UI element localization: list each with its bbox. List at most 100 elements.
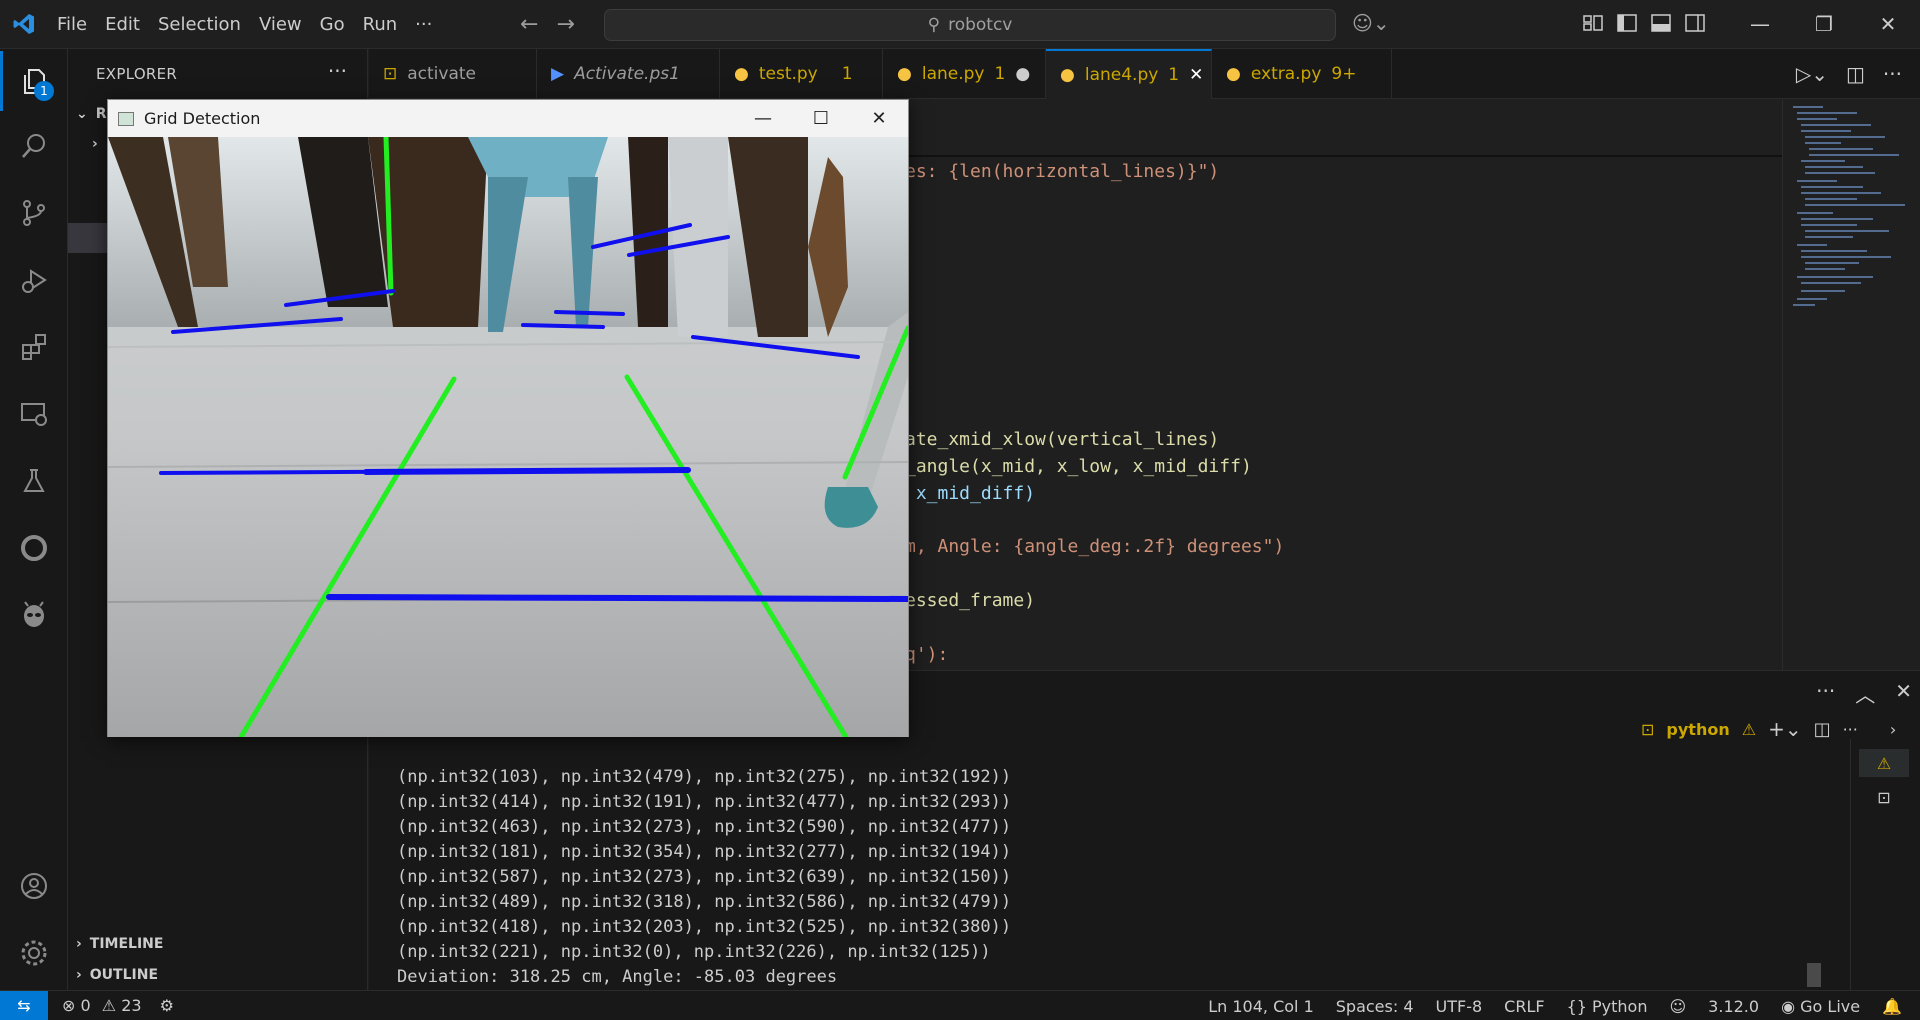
python-icon: ● — [734, 64, 749, 84]
terminal-line: (np.int32(463), np.int32(273), np.int32(… — [397, 817, 1012, 837]
tab-label: lane4.py — [1084, 65, 1159, 85]
terminal-line: (np.int32(418), np.int32(203), np.int32(… — [397, 917, 1012, 937]
problem-count: 9+ — [1331, 64, 1357, 84]
extensions-icon[interactable] — [0, 317, 68, 377]
go-live-button[interactable]: ◉ Go Live — [1781, 997, 1860, 1016]
settings-gear-icon[interactable] — [0, 923, 68, 983]
edge-devtools-icon[interactable] — [0, 518, 68, 578]
encoding[interactable]: UTF-8 — [1436, 997, 1483, 1016]
tab-test-py[interactable]: ● test.py 1 — [720, 49, 883, 99]
go-live-label: Go Live — [1800, 996, 1861, 1016]
split-editor-icon[interactable]: ◫ — [1846, 62, 1865, 86]
run-python-file-icon[interactable]: ▷⌄ — [1796, 62, 1828, 86]
indentation[interactable]: Spaces: 4 — [1336, 997, 1414, 1016]
problem-count: 1 — [841, 64, 853, 84]
terminal-profile-name[interactable]: python — [1666, 720, 1729, 739]
language-mode[interactable]: {} Python — [1567, 997, 1648, 1016]
outline-section[interactable]: › OUTLINE — [76, 960, 158, 990]
terminal-warning-item-icon[interactable]: ⚠ — [1859, 749, 1909, 777]
notifications-bell-icon[interactable]: 🔔 — [1882, 997, 1902, 1016]
explorer-icon[interactable]: 1 — [0, 51, 68, 111]
folder-item[interactable]: › — [92, 129, 98, 159]
vscode-logo-icon — [0, 0, 48, 49]
terminal-line: (np.int32(181), np.int32(354), np.int32(… — [397, 842, 1012, 862]
command-center-search[interactable]: ⚲ robotcv — [604, 9, 1336, 41]
toggle-secondary-sidebar-icon[interactable] — [1684, 12, 1708, 36]
terminal-profile-icon: ⊡ — [1641, 719, 1655, 739]
workspace-root-section[interactable]: ⌄ R — [76, 99, 107, 129]
tab-extra-py[interactable]: ● extra.py 9+ — [1212, 49, 1392, 99]
error-icon: ⊗ — [62, 996, 76, 1015]
problems-indicator[interactable]: ⊗ 0 ⚠ 23 — [62, 996, 142, 1015]
customize-layout-icon[interactable] — [1582, 12, 1606, 36]
sidebar-more-button[interactable]: ··· — [328, 59, 347, 83]
source-control-icon[interactable] — [0, 183, 68, 243]
python-icon: ● — [1060, 65, 1075, 85]
forward-arrow-icon[interactable]: → — [556, 12, 574, 37]
more-actions-icon[interactable]: ··· — [1883, 62, 1902, 86]
problem-count: 1 — [1168, 65, 1180, 85]
close-icon[interactable]: ✕ — [850, 100, 908, 136]
maximize-panel-icon[interactable]: ︿ — [1855, 679, 1875, 708]
panel-more-icon[interactable]: ··· — [1816, 679, 1835, 708]
unsaved-dot-icon[interactable]: ● — [1015, 64, 1030, 84]
terminal-line: Deviation: 318.25 cm, Angle: -85.03 degr… — [397, 967, 838, 987]
tab-activate[interactable]: ⊡ activate — [369, 49, 537, 99]
menu-run[interactable]: Run — [354, 14, 407, 35]
menu-edit[interactable]: Edit — [96, 14, 149, 35]
menu-selection[interactable]: Selection — [149, 14, 250, 35]
selected-file-highlight[interactable] — [68, 223, 108, 253]
python-version[interactable]: 3.12.0 — [1708, 997, 1759, 1016]
back-arrow-icon[interactable]: ← — [520, 12, 538, 37]
remote-explorer-icon[interactable] — [0, 384, 68, 444]
copilot-icon[interactable]: ☺⌄ — [1352, 11, 1390, 35]
split-terminal-icon[interactable]: ◫ — [1814, 719, 1831, 740]
grid-detection-window[interactable]: Grid Detection — ☐ ✕ — [107, 99, 909, 737]
line-ending[interactable]: CRLF — [1504, 997, 1544, 1016]
powershell-icon: ▶ — [551, 64, 565, 84]
debug-status-icon[interactable]: ⚙ — [160, 996, 174, 1015]
language-label: Python — [1592, 996, 1648, 1016]
maximize-icon[interactable]: ☐ — [792, 100, 850, 136]
new-terminal-icon[interactable]: +⌄ — [1768, 717, 1802, 741]
window-controls: — ☐ ✕ — [734, 100, 908, 136]
explorer-badge: 1 — [34, 81, 54, 101]
close-panel-icon[interactable]: ✕ — [1895, 679, 1912, 708]
menu-more[interactable]: ··· — [406, 14, 441, 35]
close-tab-icon[interactable]: ✕ — [1189, 65, 1203, 85]
chevron-right-icon: › — [76, 967, 82, 983]
menu-go[interactable]: Go — [311, 14, 354, 35]
terminal-line: (np.int32(489), np.int32(318), np.int32(… — [397, 892, 1012, 912]
code-line: x_mid_diff) — [905, 483, 1036, 504]
problem-count: 1 — [994, 64, 1006, 84]
terminal-list: ⚠ ⊡ — [1850, 739, 1920, 991]
platformio-alien-icon[interactable] — [0, 585, 68, 645]
timeline-section[interactable]: › TIMELINE — [76, 929, 163, 959]
terminal-more-icon[interactable]: ··· — [1843, 720, 1858, 739]
close-icon[interactable]: ✕ — [1856, 0, 1920, 48]
accounts-icon[interactable] — [0, 856, 68, 916]
menu-file[interactable]: File — [48, 14, 96, 35]
menu-view[interactable]: View — [250, 14, 311, 35]
minimize-icon[interactable]: — — [734, 100, 792, 136]
remote-indicator-icon[interactable]: ⇆ — [0, 990, 48, 1020]
minimize-icon[interactable]: — — [1728, 0, 1792, 48]
minimap[interactable] — [1782, 100, 1920, 670]
terminal-line: (np.int32(221), np.int32(0), np.int32(22… — [397, 942, 991, 962]
tab-activate-ps1[interactable]: ▶ Activate.ps1 — [537, 49, 720, 99]
cursor-position[interactable]: Ln 104, Col 1 — [1208, 997, 1314, 1016]
search-view-icon[interactable] — [0, 116, 68, 176]
toggle-panel-icon[interactable] — [1650, 12, 1674, 36]
tab-lane-py[interactable]: ● lane.py 1 ● — [883, 49, 1046, 99]
restore-icon[interactable]: ❐ — [1792, 0, 1856, 48]
status-right: Ln 104, Col 1 Spaces: 4 UTF-8 CRLF {} Py… — [1208, 991, 1920, 1020]
chevron-right-icon[interactable]: › — [1890, 720, 1896, 739]
toggle-primary-sidebar-icon[interactable] — [1616, 12, 1640, 36]
testing-icon[interactable] — [0, 451, 68, 511]
terminal-output[interactable]: (np.int32(103), np.int32(479), np.int32(… — [397, 765, 1011, 990]
tab-lane4-py[interactable]: ● lane4.py 1 ✕ — [1046, 49, 1212, 99]
terminal-scrollbar[interactable] — [1807, 963, 1821, 987]
terminal-item-icon[interactable]: ⊡ — [1859, 783, 1909, 811]
run-debug-icon[interactable] — [0, 250, 68, 310]
copilot-status-icon[interactable]: ☺ — [1669, 997, 1686, 1016]
